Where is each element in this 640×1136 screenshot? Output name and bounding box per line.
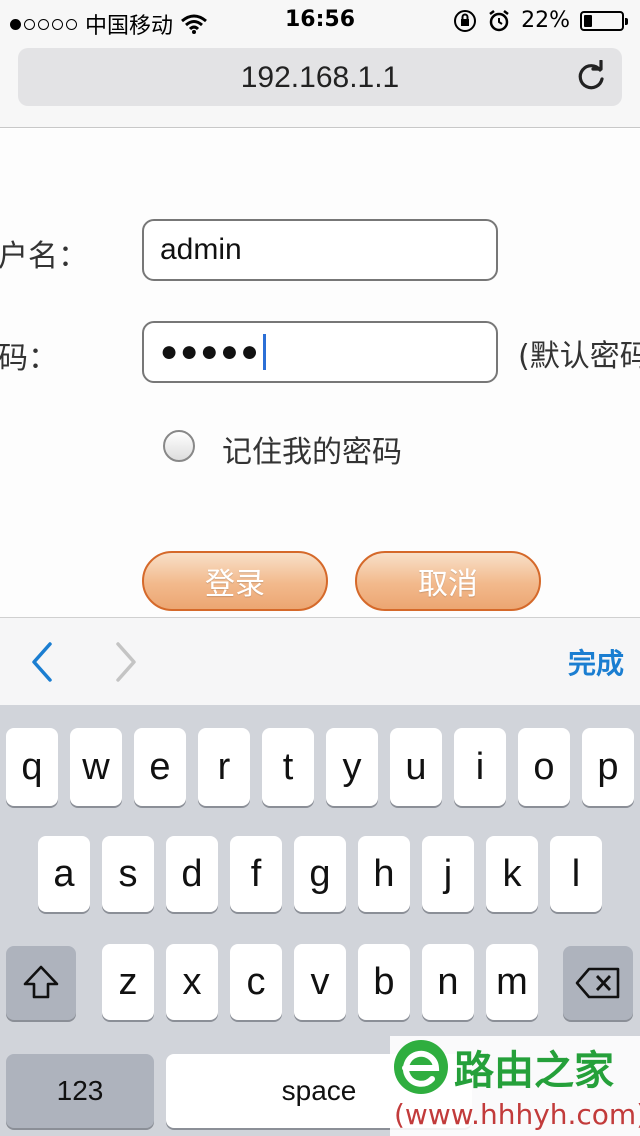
key-z[interactable]: z xyxy=(102,944,154,1020)
numbers-key[interactable]: 123 xyxy=(6,1054,154,1128)
orientation-lock-icon xyxy=(454,9,477,32)
key-a[interactable]: a xyxy=(38,836,90,912)
next-field-icon[interactable] xyxy=(112,640,140,684)
username-value: admin xyxy=(160,233,242,266)
username-input[interactable]: admin xyxy=(142,219,498,281)
key-k[interactable]: k xyxy=(486,836,538,912)
key-l[interactable]: l xyxy=(550,836,602,912)
watermark-title: 路由之家 xyxy=(454,1048,614,1094)
battery-percentage: 22% xyxy=(521,8,570,33)
status-bar: 中国移动 16:56 22% xyxy=(0,0,640,40)
key-x[interactable]: x xyxy=(166,944,218,1020)
key-r[interactable]: r xyxy=(198,728,250,806)
key-t[interactable]: t xyxy=(262,728,314,806)
keyboard-accessory-bar: 完成 xyxy=(0,617,640,705)
password-hint: (默认密码 xyxy=(518,339,640,374)
battery-icon xyxy=(580,10,628,31)
reload-icon[interactable] xyxy=(574,60,608,94)
browser-toolbar: 192.168.1.1 xyxy=(0,40,640,128)
key-s[interactable]: s xyxy=(102,836,154,912)
key-u[interactable]: u xyxy=(390,728,442,806)
done-button[interactable]: 完成 xyxy=(568,642,624,682)
alarm-icon xyxy=(489,9,509,31)
key-j[interactable]: j xyxy=(422,836,474,912)
key-f[interactable]: f xyxy=(230,836,282,912)
cancel-button[interactable]: 取消 xyxy=(355,551,541,611)
text-cursor xyxy=(262,334,266,370)
password-input[interactable]: ●●●●● xyxy=(142,321,498,383)
address-bar[interactable]: 192.168.1.1 xyxy=(18,48,622,106)
remember-checkbox[interactable] xyxy=(163,430,195,462)
url-text[interactable]: 192.168.1.1 xyxy=(18,61,622,95)
key-y[interactable]: y xyxy=(326,728,378,806)
key-o[interactable]: o xyxy=(518,728,570,806)
password-label: 码： xyxy=(0,341,58,376)
remember-label[interactable]: 记住我的密码 xyxy=(222,427,402,471)
site-logo-icon xyxy=(394,1040,448,1094)
key-i[interactable]: i xyxy=(454,728,506,806)
key-b[interactable]: b xyxy=(358,944,410,1020)
key-n[interactable]: n xyxy=(422,944,474,1020)
key-c[interactable]: c xyxy=(230,944,282,1020)
watermark-url: (www.hhhyh.com) xyxy=(394,1098,640,1131)
key-v[interactable]: v xyxy=(294,944,346,1020)
key-g[interactable]: g xyxy=(294,836,346,912)
password-value: ●●●●● xyxy=(160,335,261,368)
key-m[interactable]: m xyxy=(486,944,538,1020)
shift-key[interactable] xyxy=(6,946,76,1020)
backspace-key[interactable] xyxy=(563,946,633,1020)
previous-field-icon[interactable] xyxy=(28,640,56,684)
shift-arrow-icon xyxy=(23,965,59,999)
key-w[interactable]: w xyxy=(70,728,122,806)
key-h[interactable]: h xyxy=(358,836,410,912)
login-button[interactable]: 登录 xyxy=(142,551,328,611)
key-e[interactable]: e xyxy=(134,728,186,806)
backspace-icon xyxy=(575,967,620,999)
login-page: 户名： admin 码： ●●●●● (默认密码 记住我的密码 登录 取消 xyxy=(0,129,640,617)
key-q[interactable]: q xyxy=(6,728,58,806)
watermark: 路由之家 (www.hhhyh.com) xyxy=(390,1036,640,1136)
key-d[interactable]: d xyxy=(166,836,218,912)
username-label: 户名： xyxy=(0,239,88,274)
key-p[interactable]: p xyxy=(582,728,634,806)
